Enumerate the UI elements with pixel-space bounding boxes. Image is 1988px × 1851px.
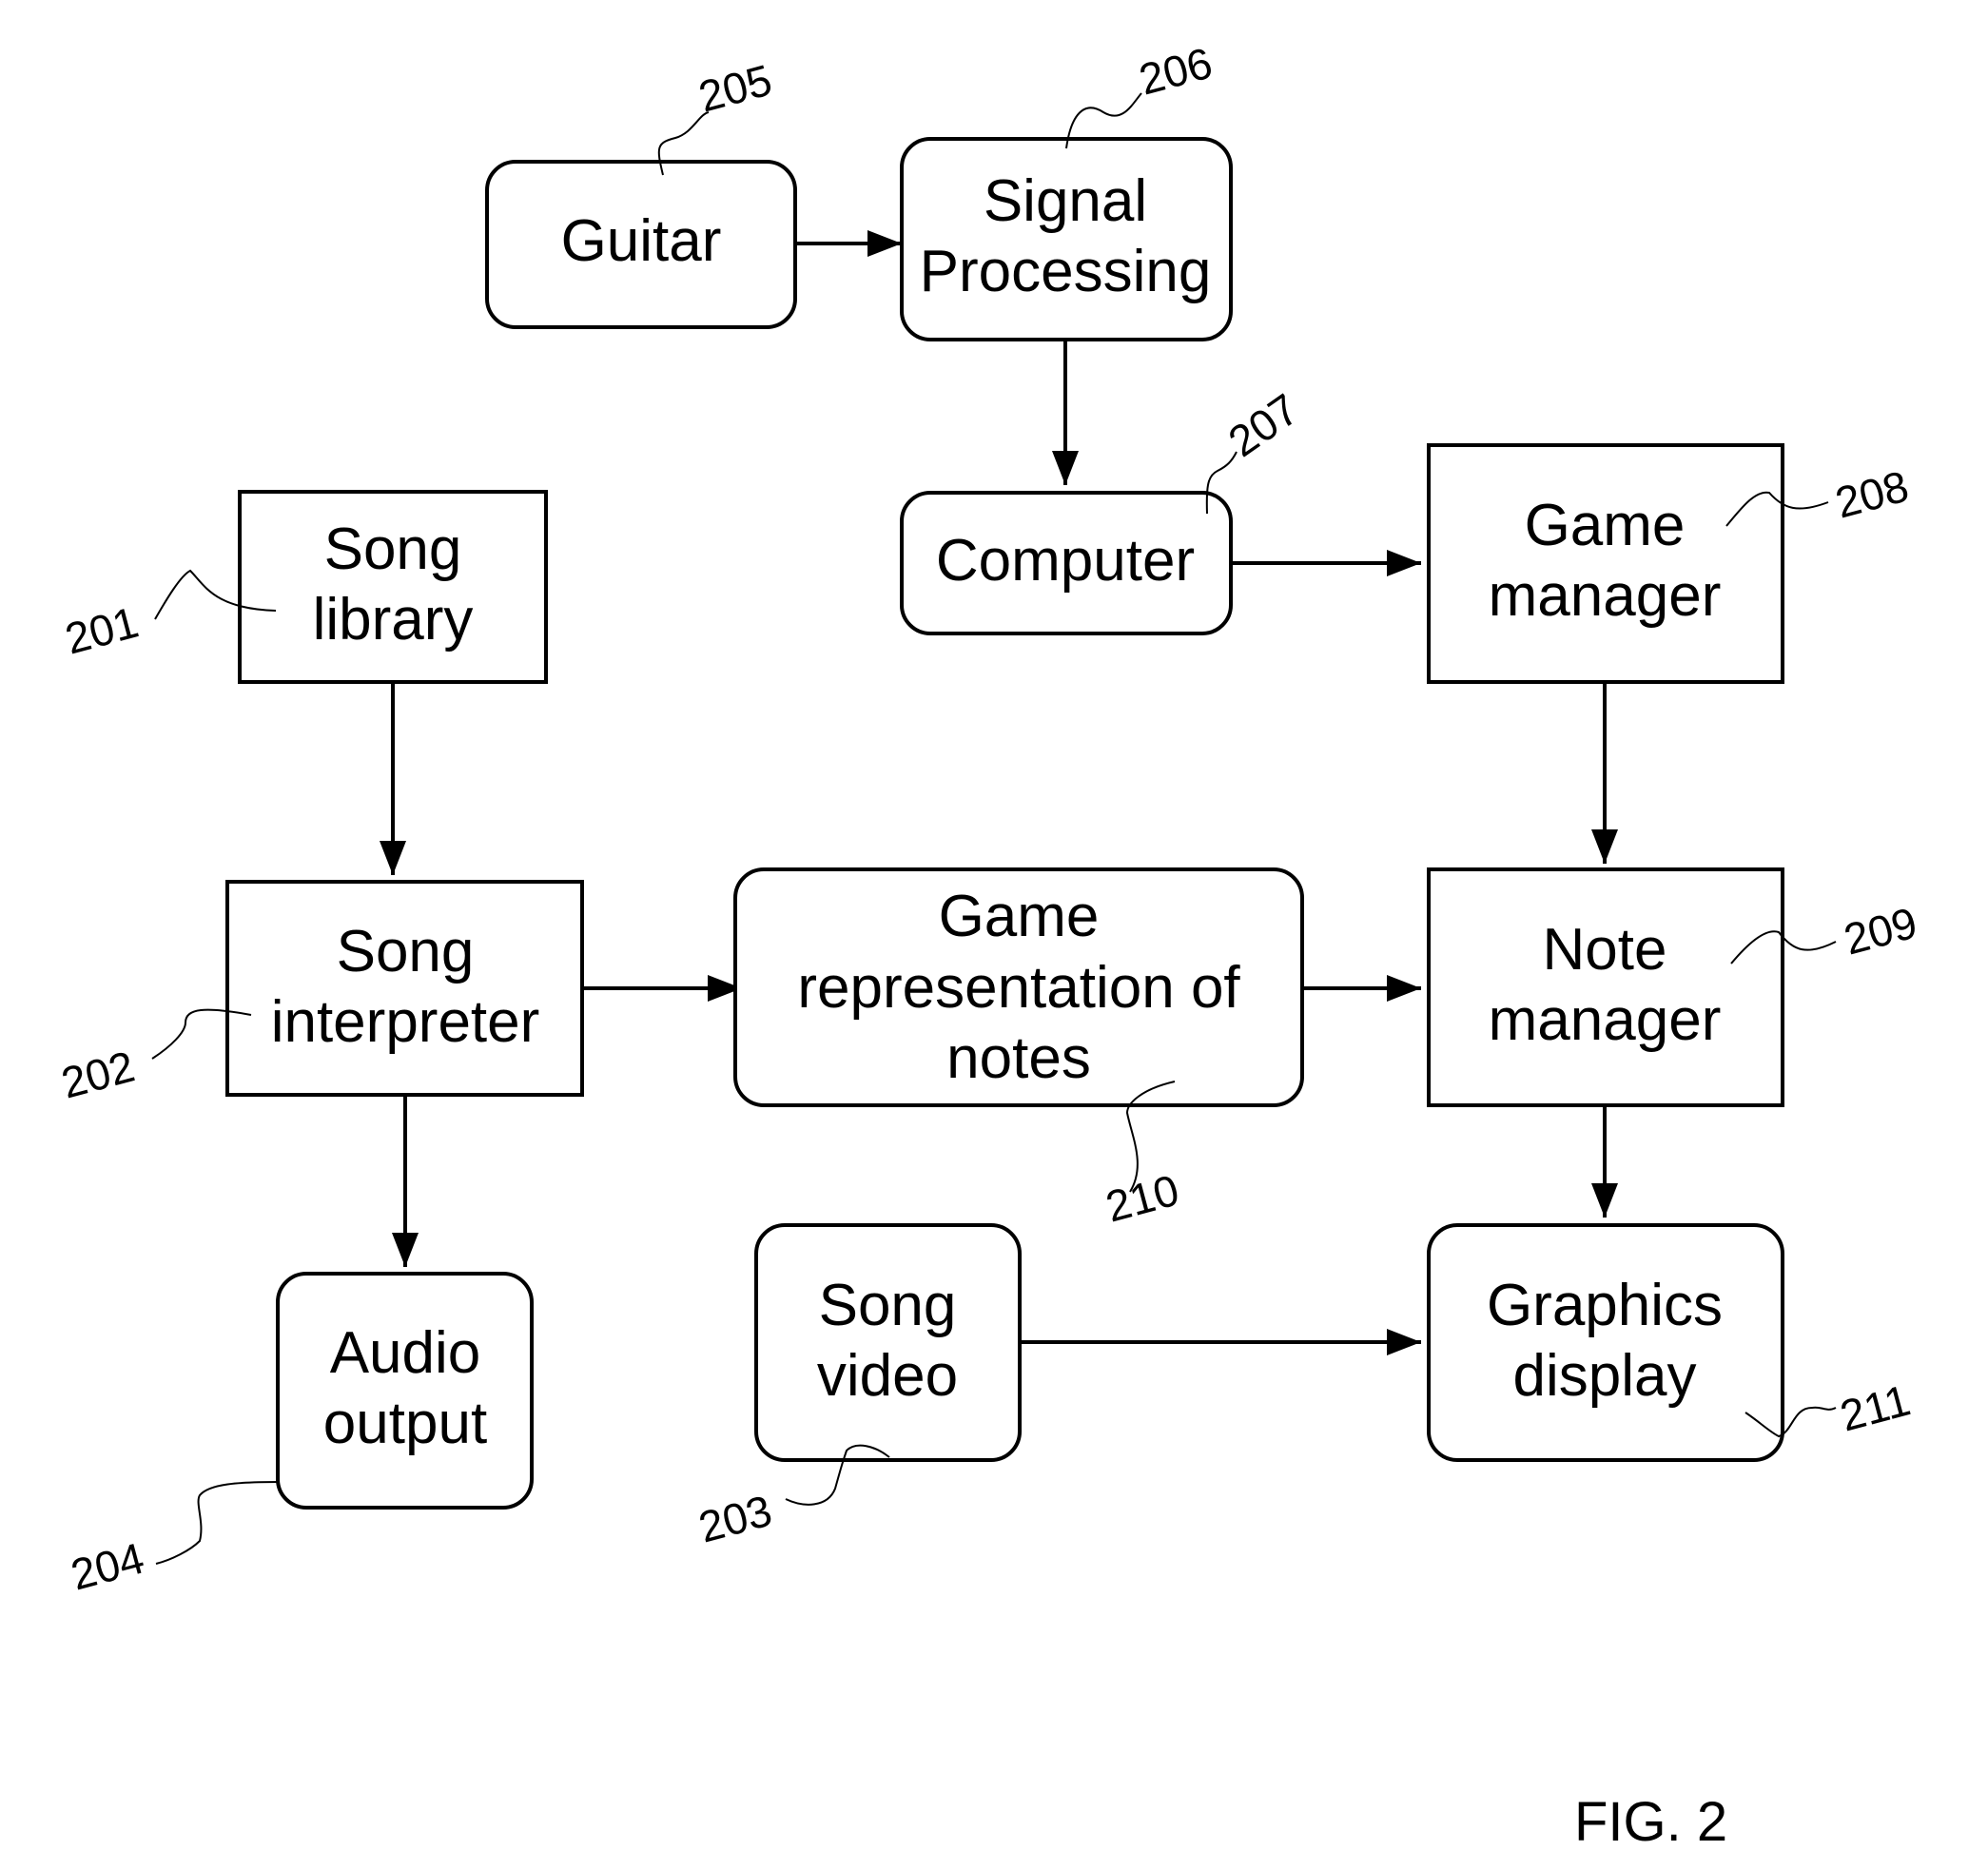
game-manager-label-line-1: Game (1525, 493, 1686, 558)
audio-output-label-line-2: output (323, 1391, 487, 1456)
ref-204: 204 (66, 1533, 149, 1600)
node-game-manager: Game manager (1427, 443, 1784, 684)
ref-201: 201 (60, 597, 144, 664)
ref-203: 203 (693, 1486, 777, 1552)
game-representation-label-line-2: representation of (797, 955, 1240, 1021)
signal-processing-label-line-1: Signal (984, 168, 1147, 234)
song-interpreter-box (225, 880, 584, 1097)
figure-label: FIG. 2 (1574, 1791, 1727, 1851)
song-video-label-line-2: video (817, 1343, 958, 1409)
node-graphics-display: Graphics display (1427, 1223, 1784, 1462)
block-diagram: Guitar Signal Processing Computer Game m… (56, 38, 1922, 1851)
node-game-representation-of-notes: Game representation of notes (733, 867, 1304, 1107)
connections (380, 230, 1618, 1355)
graphics-display-label-line-1: Graphics (1487, 1273, 1723, 1338)
audio-output-label-line-1: Audio (330, 1320, 481, 1386)
song-library-label-line-2: library (313, 587, 474, 653)
ref-210: 210 (1101, 1165, 1184, 1232)
ref-207: 207 (1219, 384, 1308, 467)
guitar-label: Guitar (561, 208, 722, 274)
game-representation-label-line-3: notes (946, 1025, 1091, 1091)
node-note-manager: Note manager (1427, 867, 1784, 1107)
game-representation-label-line-1: Game (939, 884, 1100, 949)
ref-202: 202 (56, 1042, 140, 1108)
ref-209: 209 (1839, 898, 1922, 964)
node-guitar: Guitar (485, 160, 797, 329)
ref-208: 208 (1830, 461, 1914, 528)
node-signal-processing: Signal Processing (900, 137, 1233, 341)
note-manager-label-line-2: manager (1489, 987, 1722, 1053)
song-library-label-line-1: Song (324, 516, 462, 582)
computer-label: Computer (936, 528, 1195, 594)
node-song-library: Song library (238, 490, 548, 684)
leader-204 (155, 1481, 281, 1565)
game-manager-label-line-2: manager (1489, 563, 1722, 629)
ref-206: 206 (1134, 38, 1218, 105)
node-song-video: Song video (754, 1223, 1022, 1462)
song-interpreter-label-line-1: Song (337, 919, 475, 984)
node-audio-output: Audio output (276, 1272, 534, 1510)
song-video-label-line-1: Song (819, 1273, 957, 1338)
graphics-display-label-line-2: display (1513, 1343, 1697, 1409)
node-computer: Computer (900, 491, 1233, 635)
song-interpreter-label-line-2: interpreter (271, 989, 540, 1055)
ref-211: 211 (1835, 1374, 1915, 1440)
node-song-interpreter: Song interpreter (225, 880, 584, 1097)
note-manager-label-line-1: Note (1543, 917, 1667, 983)
signal-processing-label-line-2: Processing (920, 239, 1212, 304)
ref-205: 205 (693, 55, 777, 122)
